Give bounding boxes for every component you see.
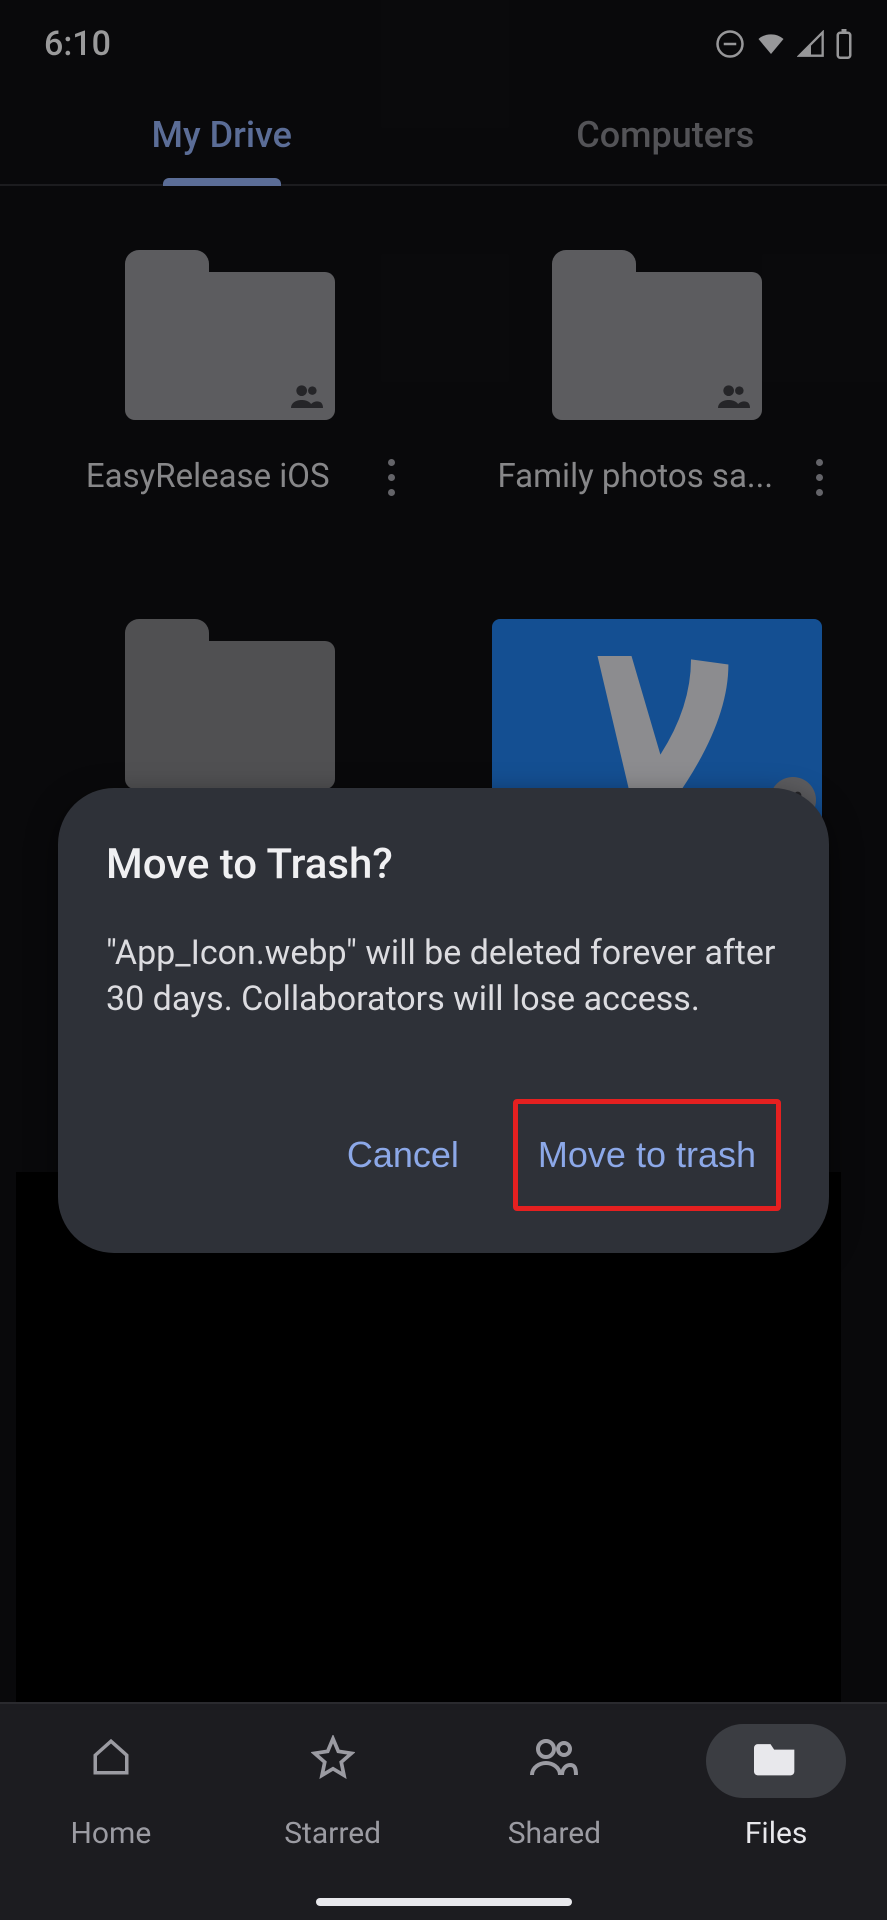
gesture-bar[interactable]: [316, 1898, 572, 1906]
nav-label: Files: [745, 1816, 808, 1851]
file-name: Family photos sa...: [474, 456, 798, 499]
shared-icon: [718, 384, 750, 412]
folder-icon: [754, 1738, 798, 1784]
file-name: EasyRelease iOS: [46, 456, 370, 499]
bottom-nav: Home Starred Shared Files: [0, 1702, 887, 1920]
people-icon: [530, 1737, 578, 1785]
folder-icon: [125, 250, 335, 420]
nav-home[interactable]: Home: [0, 1724, 222, 1920]
do-not-disturb-icon: [715, 29, 745, 59]
nav-shared[interactable]: Shared: [444, 1724, 666, 1920]
dialog-body: "App_Icon.webp" will be deleted forever …: [106, 931, 781, 1023]
file-item[interactable]: Family photos sa...: [474, 250, 842, 499]
tab-computers[interactable]: Computers: [444, 86, 887, 184]
battery-icon: [835, 29, 853, 59]
cancel-button[interactable]: Cancel: [341, 1126, 465, 1184]
file-grid: EasyRelease iOS Family photos sa...: [0, 186, 887, 839]
nav-label: Shared: [508, 1816, 601, 1851]
confirm-highlight: Move to trash: [513, 1099, 781, 1211]
nav-files[interactable]: Files: [665, 1724, 887, 1920]
wifi-icon: [755, 29, 787, 59]
more-button[interactable]: [797, 459, 841, 496]
dialog-title: Move to Trash?: [106, 840, 781, 889]
move-to-trash-dialog: Move to Trash? "App_Icon.webp" will be d…: [58, 788, 829, 1253]
clock: 6:10: [44, 24, 111, 64]
signal-icon: [797, 30, 825, 58]
status-icons: [715, 29, 853, 59]
more-button[interactable]: [370, 459, 414, 496]
nav-label: Home: [71, 1816, 152, 1851]
tab-my-drive[interactable]: My Drive: [0, 86, 444, 184]
folder-icon: [552, 250, 762, 420]
file-item[interactable]: EasyRelease iOS: [46, 250, 414, 499]
nav-label: Starred: [284, 1816, 381, 1851]
status-bar: 6:10: [0, 0, 887, 74]
home-icon: [90, 1736, 132, 1786]
folder-icon: [125, 619, 335, 789]
star-icon: [311, 1735, 355, 1787]
move-to-trash-button[interactable]: Move to trash: [532, 1126, 762, 1184]
drive-tabs: My Drive Computers: [0, 86, 887, 186]
nav-starred[interactable]: Starred: [222, 1724, 444, 1920]
shared-icon: [291, 384, 323, 412]
venmo-v-icon: [567, 639, 747, 809]
